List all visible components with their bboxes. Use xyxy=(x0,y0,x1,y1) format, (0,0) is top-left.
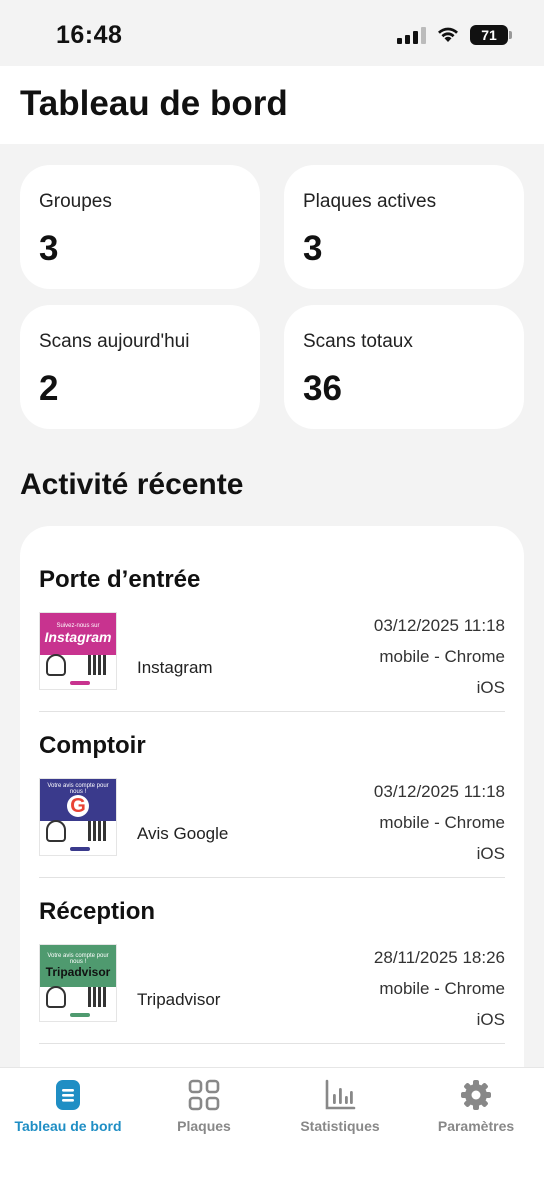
activity-item-os: iOS xyxy=(476,678,505,697)
divider xyxy=(39,1043,505,1044)
activity-item-meta: 03/12/2025 11:18 mobile - Chrome iOS xyxy=(374,776,505,869)
thumbnail-pill xyxy=(70,847,90,851)
activity-item-title: Réception xyxy=(39,898,156,925)
activity-item-meta: 28/11/2025 18:26 mobile - Chrome iOS xyxy=(374,942,505,1035)
recent-activity-list: Porte d’entrée Suivez-nous sur Instagram… xyxy=(20,526,524,1086)
divider xyxy=(39,877,505,878)
stat-card-total-scans: Scans totaux 36 xyxy=(284,305,524,429)
thumbnail-brand: Tripadvisor xyxy=(45,965,111,979)
activity-item-source: Avis Google xyxy=(137,824,229,843)
plaque-thumbnail-footer xyxy=(40,985,116,1017)
illustration-icon xyxy=(46,986,66,1008)
activity-item-device: mobile - Chrome xyxy=(379,813,505,832)
activity-item[interactable]: Comptoir Votre avis compte pour nous ! G… xyxy=(39,732,505,882)
thumbnail-pill xyxy=(70,681,90,685)
activity-item-title: Comptoir xyxy=(39,732,146,759)
plaque-thumbnail-header: Suivez-nous sur Instagram xyxy=(40,613,116,655)
battery-icon: 71 xyxy=(470,25,512,45)
plaque-thumbnail: Suivez-nous sur Instagram xyxy=(39,612,117,690)
status-bar: 16:48 71 xyxy=(0,0,544,66)
divider xyxy=(39,711,505,712)
nav-item-plaques[interactable]: Plaques xyxy=(136,1078,272,1134)
illustration-icon xyxy=(46,820,66,842)
nav-label: Plaques xyxy=(177,1118,231,1134)
stat-label: Scans aujourd'hui xyxy=(39,331,190,352)
signal-icon xyxy=(397,26,426,44)
page-title: Tableau de bord xyxy=(20,84,288,123)
activity-item-title: Porte d’entrée xyxy=(39,566,201,593)
qr-code-icon xyxy=(88,987,108,1007)
chart-icon xyxy=(323,1078,357,1112)
plaque-thumbnail: Votre avis compte pour nous ! Tripadviso… xyxy=(39,944,117,1022)
stat-card-scans-today: Scans aujourd'hui 2 xyxy=(20,305,260,429)
grid-icon xyxy=(187,1078,221,1112)
nav-label: Tableau de bord xyxy=(14,1118,122,1134)
activity-item-meta: 03/12/2025 11:18 mobile - Chrome iOS xyxy=(374,610,505,703)
thumbnail-brand: Instagram xyxy=(44,629,112,645)
activity-item-datetime: 03/12/2025 11:18 xyxy=(373,782,505,801)
plaque-thumbnail: Votre avis compte pour nous ! G xyxy=(39,778,117,856)
status-icons: 71 xyxy=(397,25,512,45)
recent-activity-title: Activité récente xyxy=(20,468,244,501)
thumbnail-pill xyxy=(70,1013,90,1017)
nav-item-statistics[interactable]: Statistiques xyxy=(272,1078,408,1134)
wifi-icon xyxy=(438,27,458,42)
activity-item-datetime: 28/11/2025 18:26 xyxy=(373,948,505,967)
google-logo-icon: G xyxy=(67,795,89,817)
activity-item[interactable]: Porte d’entrée Suivez-nous sur Instagram… xyxy=(39,566,505,716)
bottom-nav: Tableau de bord Plaques Statistiques Par… xyxy=(0,1067,544,1184)
activity-item-device: mobile - Chrome xyxy=(379,979,505,998)
thumbnail-caption: Votre avis compte pour nous ! xyxy=(47,953,109,965)
plaque-thumbnail-header: Votre avis compte pour nous ! Tripadviso… xyxy=(40,945,116,987)
stat-card-groups: Groupes 3 xyxy=(20,165,260,289)
activity-item-os: iOS xyxy=(476,844,505,863)
header: Tableau de bord xyxy=(0,66,544,144)
nav-item-dashboard[interactable]: Tableau de bord xyxy=(0,1078,136,1134)
qr-code-icon xyxy=(88,821,108,841)
activity-item-source: Tripadvisor xyxy=(137,990,221,1009)
stat-label: Scans totaux xyxy=(303,331,413,352)
illustration-icon xyxy=(46,654,66,676)
activity-item-source: Instagram xyxy=(137,658,213,677)
activity-item-datetime: 03/12/2025 11:18 xyxy=(373,616,505,635)
document-icon xyxy=(51,1078,85,1112)
thumbnail-caption: Votre avis compte pour nous ! xyxy=(47,783,109,795)
stat-value: 3 xyxy=(303,229,323,268)
stat-value: 3 xyxy=(39,229,59,268)
nav-item-settings[interactable]: Paramètres xyxy=(408,1078,544,1134)
gear-icon xyxy=(459,1078,493,1112)
plaque-thumbnail-header: Votre avis compte pour nous ! G xyxy=(40,779,116,821)
stat-label: Plaques actives xyxy=(303,191,437,212)
stat-card-active-plates: Plaques actives 3 xyxy=(284,165,524,289)
activity-item-os: iOS xyxy=(476,1010,505,1029)
stat-label: Groupes xyxy=(39,191,112,212)
activity-item[interactable]: Réception Votre avis compte pour nous ! … xyxy=(39,898,505,1048)
stat-value: 2 xyxy=(39,369,59,408)
plaque-thumbnail-footer xyxy=(40,653,116,685)
nav-label: Paramètres xyxy=(437,1118,515,1134)
plaque-thumbnail-footer xyxy=(40,819,116,851)
activity-item-device: mobile - Chrome xyxy=(379,647,505,666)
status-time: 16:48 xyxy=(56,21,123,49)
qr-code-icon xyxy=(88,655,108,675)
nav-label: Statistiques xyxy=(300,1118,380,1134)
stat-value: 36 xyxy=(303,369,342,408)
